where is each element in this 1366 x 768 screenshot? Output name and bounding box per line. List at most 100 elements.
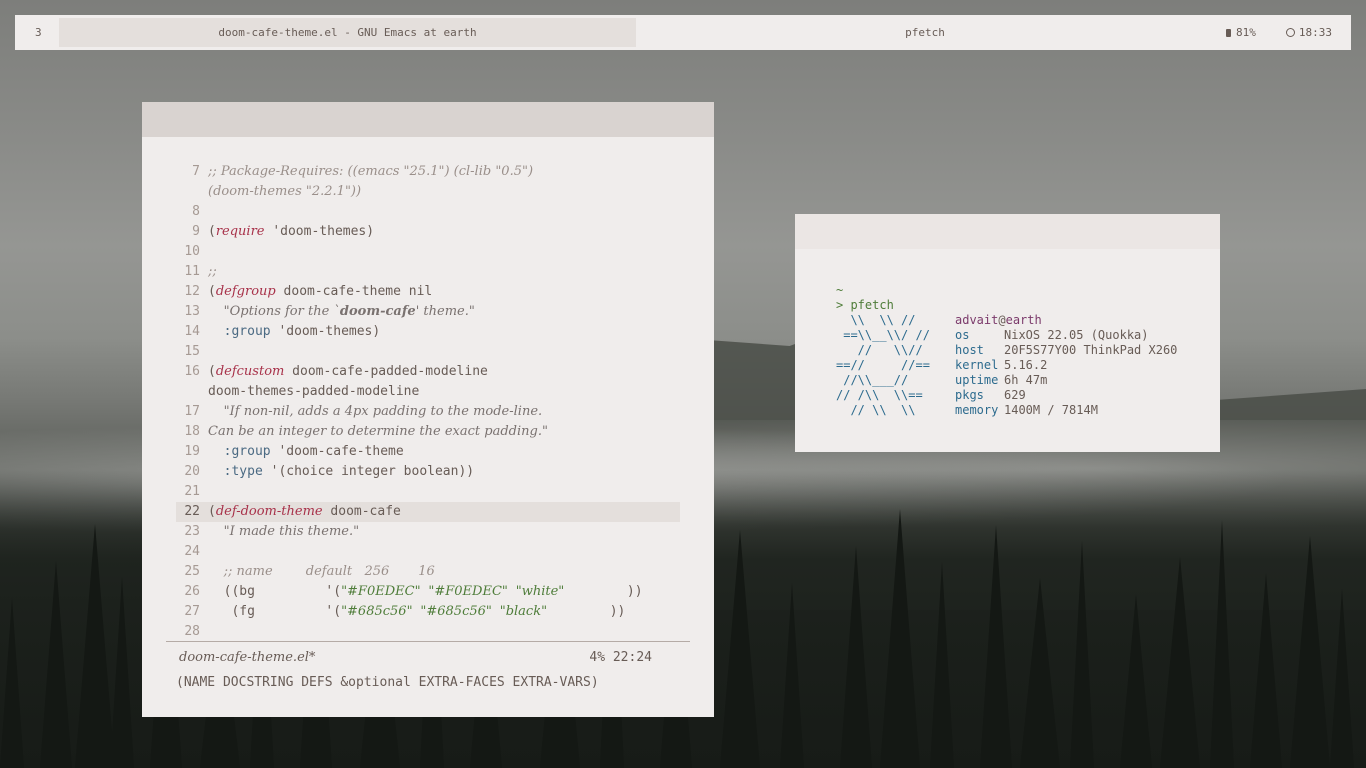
line-text: :type '(choice integer boolean))	[223, 464, 475, 479]
logo-line: // /\\ \\==	[836, 388, 923, 402]
info-value: 5.16.2	[1004, 358, 1048, 372]
cwd-tilde: ~	[836, 283, 844, 297]
line-number: 18	[184, 424, 200, 439]
line-text: :group 'doom-cafe-theme	[223, 444, 404, 459]
tree-silhouette	[0, 598, 24, 768]
info-key: pkgs	[955, 388, 984, 402]
code-line[interactable]: 25 ;; name default 256 16	[142, 562, 714, 582]
line-text: "If non-nil, adds a 4px padding to the m…	[223, 404, 543, 419]
line-number: 7	[192, 164, 200, 179]
shell-prompt: > pfetch	[836, 298, 894, 312]
code-line[interactable]: 26 ((bg '("#F0EDEC" "#F0EDEC" "white" ))	[142, 582, 714, 602]
logo-line: ==// //==	[836, 358, 930, 372]
tree-silhouette	[110, 577, 134, 768]
info-value: 629	[1004, 388, 1026, 402]
line-number: 12	[184, 284, 200, 299]
line-text: :group 'doom-themes)	[223, 324, 381, 339]
line-text: (fg '("#685c56" "#685c56" "black" ))	[208, 604, 626, 619]
status-bar: 3 doom-cafe-theme.el - GNU Emacs at eart…	[15, 15, 1351, 50]
emacs-titlebar[interactable]	[142, 102, 714, 137]
clock-time: 18:33	[1298, 26, 1332, 39]
line-text: (def-doom-theme doom-cafe	[208, 504, 401, 519]
logo-line: \\ \\ //	[836, 313, 916, 327]
line-number: 23	[184, 524, 200, 539]
line-text: (defgroup doom-cafe-theme nil	[208, 284, 433, 299]
line-text: ;;	[208, 264, 217, 279]
tree-silhouette	[720, 530, 760, 768]
line-number: 11	[184, 264, 200, 279]
info-value: 20F5S77Y00 ThinkPad X260	[1004, 343, 1178, 357]
code-line[interactable]: 17 "If non-nil, adds a 4px padding to th…	[142, 402, 714, 422]
code-line[interactable]: 20 :type '(choice integer boolean))	[142, 462, 714, 482]
info-key: host	[955, 343, 984, 357]
info-value: NixOS 22.05 (Quokka)	[1004, 328, 1149, 342]
code-line[interactable]: 16 (defcustom doom-cafe-padded-modeline	[142, 362, 714, 382]
code-line[interactable]: 15	[142, 342, 714, 362]
logo-line: // \\ \\	[836, 403, 916, 417]
line-number: 21	[184, 484, 200, 499]
code-line[interactable]: 9 (require 'doom-themes)	[142, 222, 714, 242]
code-line[interactable]: 8	[142, 202, 714, 222]
code-editor[interactable]: 7 ;; Package-Requires: ((emacs "25.1") (c…	[142, 162, 714, 642]
clock-icon	[1285, 28, 1295, 37]
line-number: 19	[184, 444, 200, 459]
code-line[interactable]: 13 "Options for the `doom-cafe' theme."	[142, 302, 714, 322]
line-text: (require 'doom-themes)	[208, 224, 375, 239]
line-text: Can be an integer to determine the exact…	[208, 424, 548, 439]
code-line[interactable]: 27 (fg '("#685c56" "#685c56" "black" ))	[142, 602, 714, 622]
at-sign: @	[998, 313, 1006, 327]
tree-silhouette	[75, 524, 115, 768]
tree-silhouette	[40, 561, 72, 768]
tree-silhouette	[1120, 594, 1152, 768]
line-number: 22	[184, 504, 200, 519]
info-key: kernel	[955, 358, 999, 372]
line-number: 16	[184, 364, 200, 379]
code-line[interactable]: 18 Can be an integer to determine the exa…	[142, 422, 714, 442]
buffer-position: 4% 22:24	[589, 650, 652, 665]
code-line[interactable]: 19 :group 'doom-cafe-theme	[142, 442, 714, 462]
terminal-window[interactable]: ~ > pfetch \\ \\ // ==\\__\\/ // // \\//…	[795, 214, 1220, 452]
clock-status: 18:33	[1285, 26, 1332, 39]
code-line[interactable]: 11;;	[142, 262, 714, 282]
tree-silhouette	[1250, 573, 1282, 768]
tree-silhouette	[880, 509, 920, 768]
line-number: 10	[184, 244, 200, 259]
battery-icon	[1226, 29, 1231, 37]
code-line[interactable]: 7 ;; Package-Requires: ((emacs "25.1") (c…	[142, 162, 714, 182]
code-line[interactable]: 10	[142, 242, 714, 262]
code-line[interactable]: 14 :group 'doom-themes)	[142, 322, 714, 342]
buffer-name: doom-cafe-theme.el*	[179, 650, 316, 665]
center-title: pfetch	[905, 26, 945, 39]
line-number: 28	[184, 624, 200, 639]
line-number: 9	[192, 224, 200, 239]
line-number: 20	[184, 464, 200, 479]
line-number: 17	[184, 404, 200, 419]
code-line[interactable]: 24	[142, 542, 714, 562]
line-number: 13	[184, 304, 200, 319]
user-host: advait@earth	[955, 313, 1042, 328]
code-line[interactable]: 23 "I made this theme."	[142, 522, 714, 542]
code-line[interactable]: (doom-themes "2.2.1"))	[142, 182, 714, 202]
code-line[interactable]: 28	[142, 622, 714, 642]
username: advait	[955, 313, 999, 327]
line-number: 26	[184, 584, 200, 599]
code-line[interactable]: 12 (defgroup doom-cafe-theme nil	[142, 282, 714, 302]
tree-silhouette	[1210, 520, 1234, 768]
tree-silhouette	[1290, 536, 1330, 768]
line-text: (doom-themes "2.2.1"))	[208, 184, 362, 199]
info-key: memory	[955, 403, 999, 417]
emacs-window[interactable]: 7 ;; Package-Requires: ((emacs "25.1") (c…	[142, 102, 714, 717]
logo-line: //\\___//	[836, 373, 909, 387]
code-line[interactable]: 21	[142, 482, 714, 502]
line-number: 24	[184, 544, 200, 559]
line-text: ;; Package-Requires: ((emacs "25.1") (cl…	[208, 164, 534, 179]
info-key: uptime	[955, 373, 999, 387]
code-line-current[interactable]: 22 (def-doom-theme doom-cafe	[176, 502, 680, 522]
terminal-titlebar[interactable]	[795, 214, 1220, 249]
line-text: ((bg '("#F0EDEC" "#F0EDEC" "white" ))	[208, 584, 643, 599]
code-line[interactable]: doom-themes-padded-modeline	[142, 382, 714, 402]
mode-line: doom-cafe-theme.el* 4% 22:24	[166, 641, 690, 674]
battery-status: 81%	[1226, 26, 1256, 39]
line-number: 27	[184, 604, 200, 619]
line-text: "I made this theme."	[223, 524, 360, 539]
